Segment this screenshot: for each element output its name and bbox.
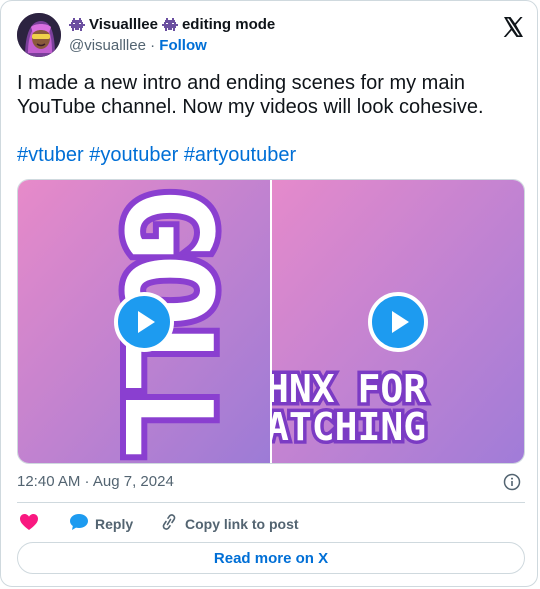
post-timestamp[interactable]: 12:40 AM · Aug 7, 2024 <box>17 473 174 490</box>
play-button[interactable] <box>114 292 174 352</box>
info-icon[interactable] <box>503 473 521 491</box>
read-more-button[interactable]: Read more on X <box>17 542 525 574</box>
author-handle[interactable]: @visualllee <box>69 37 146 54</box>
post-text-line: YouTube channel. Now my videos will look… <box>17 96 484 118</box>
copy-link-button[interactable]: Copy link to post <box>159 513 299 534</box>
x-logo-icon[interactable] <box>501 15 525 39</box>
alien-monster-icon <box>161 17 178 32</box>
embedded-post-card: Visualllee editing mode @visualllee · Fo… <box>0 0 538 587</box>
avatar[interactable] <box>17 13 61 57</box>
play-button[interactable] <box>368 292 428 352</box>
alien-monster-icon <box>69 17 85 32</box>
author-display-name: Visualllee <box>89 16 158 33</box>
link-icon <box>159 513 179 534</box>
follow-link[interactable]: Follow <box>159 37 207 54</box>
speech-bubble-icon <box>69 513 89 534</box>
divider <box>17 502 525 503</box>
heart-icon <box>19 513 39 534</box>
post-text-line: I made a new intro and ending scenes for… <box>17 72 466 94</box>
video-thumbnail-ending[interactable]: HNX FOR ATCHING <box>272 180 524 463</box>
reply-button[interactable]: Reply <box>69 513 133 534</box>
reply-label: Reply <box>95 515 134 532</box>
hashtag-link[interactable]: #artyoutuber <box>184 144 296 166</box>
post-text: I made a new intro and ending scenes for… <box>17 71 525 119</box>
ending-scene-text: ATCHING <box>272 405 426 449</box>
hashtag-link[interactable]: #vtuber <box>17 144 84 166</box>
like-button[interactable] <box>19 513 39 534</box>
author-mode-label: editing mode <box>181 16 276 33</box>
hashtag-row: #vtuber #youtuber #artyoutuber <box>17 143 296 167</box>
hashtag-link[interactable]: #youtuber <box>89 144 178 166</box>
copy-link-label: Copy link to post <box>185 515 299 532</box>
author-handle-row: @visualllee · Follow <box>69 37 207 54</box>
media-grid: GOLL HNX FOR ATCHING <box>17 179 525 464</box>
separator-dot: · <box>150 37 160 54</box>
video-thumbnail-intro[interactable]: GOLL <box>18 180 270 463</box>
post-header: Visualllee editing mode @visualllee · Fo… <box>17 13 525 61</box>
author-name-row[interactable]: Visualllee editing mode <box>69 16 275 33</box>
